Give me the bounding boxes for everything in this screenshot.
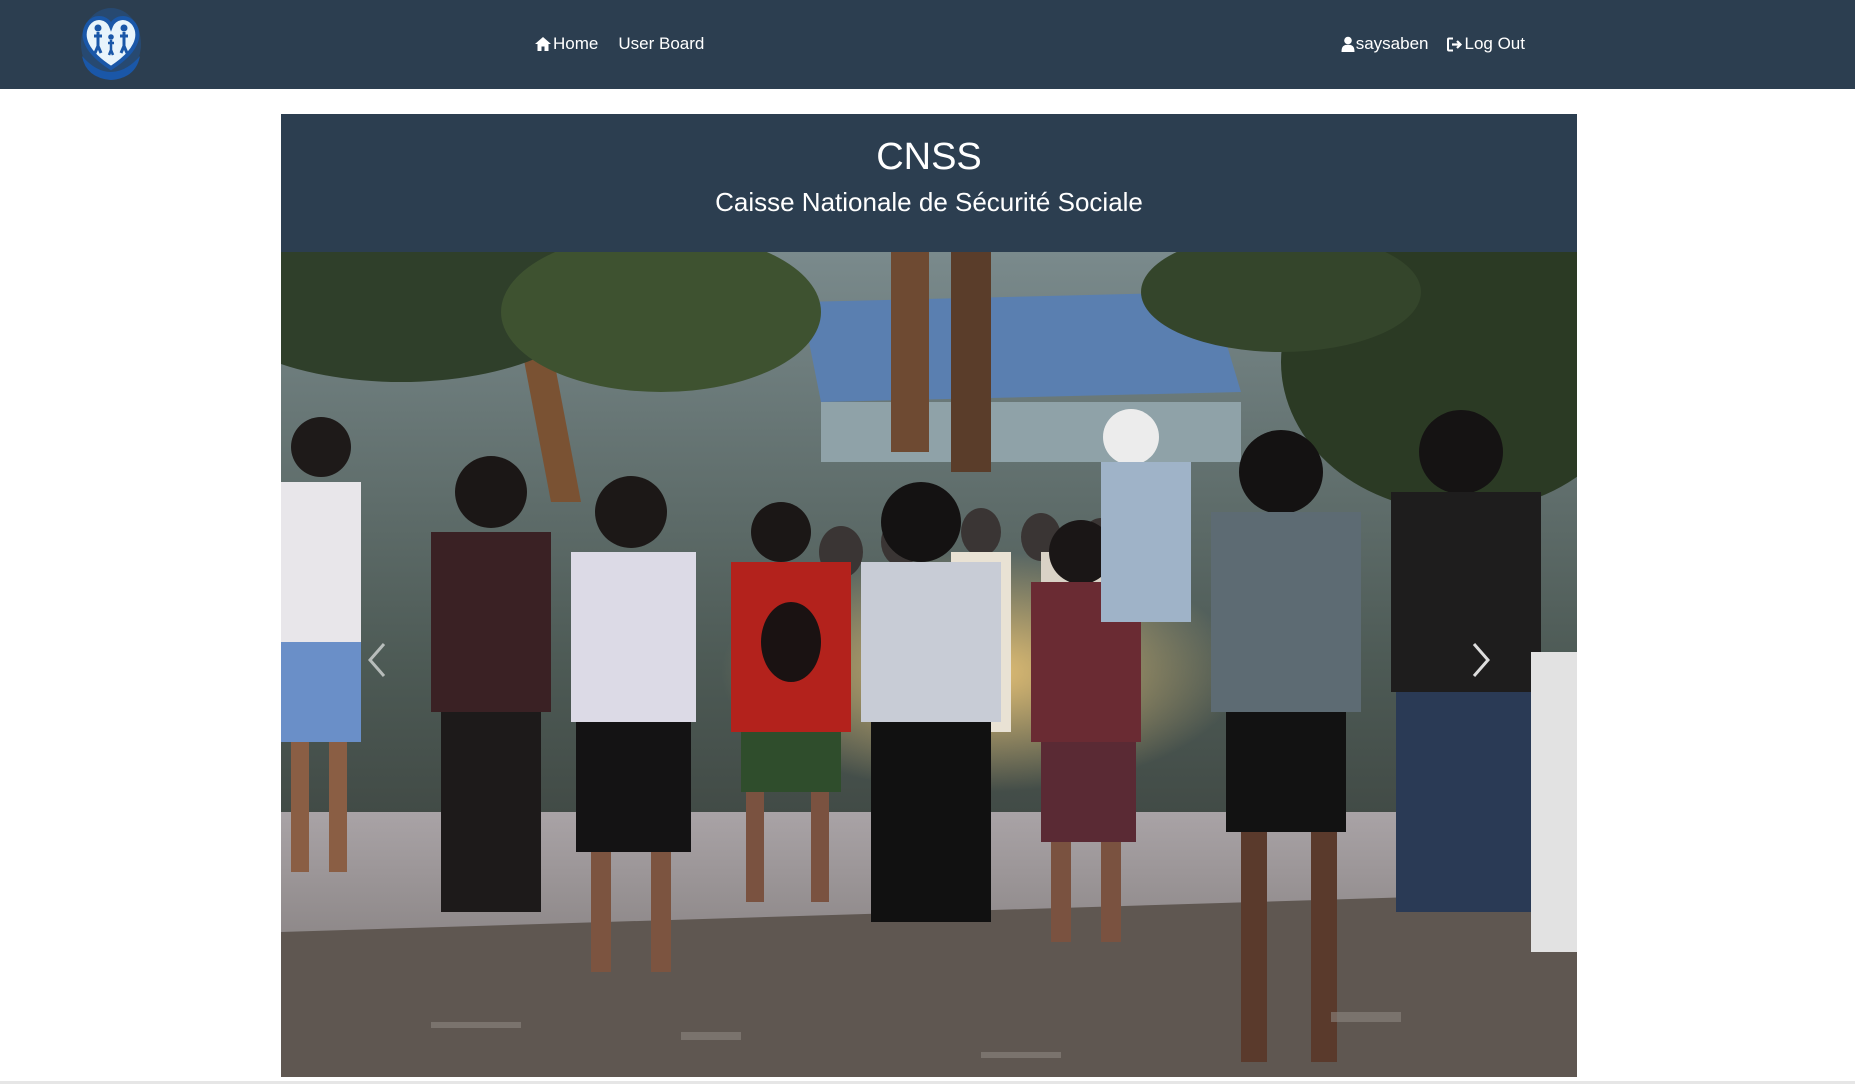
- banner-title: CNSS: [876, 136, 982, 178]
- carousel-image: [281, 252, 1577, 1077]
- carousel-prev-button[interactable]: [347, 612, 407, 712]
- banner-header: CNSS Caisse Nationale de Sécurité Social…: [281, 114, 1577, 252]
- top-navbar: Home User Board saysaben Log Out: [0, 0, 1855, 89]
- logout-icon: [1446, 37, 1465, 52]
- family-heart-logo-icon[interactable]: [76, 6, 146, 82]
- nav-user-board-link[interactable]: User Board: [618, 34, 704, 54]
- user-icon: [1341, 36, 1356, 52]
- logout-label: Log Out: [1464, 34, 1526, 53]
- carousel-next-button[interactable]: [1451, 612, 1511, 712]
- home-icon: [534, 36, 553, 52]
- banner-subtitle: Caisse Nationale de Sécurité Sociale: [715, 187, 1143, 217]
- chevron-left-icon: [367, 642, 387, 683]
- nav-home-label: Home: [553, 34, 599, 53]
- image-carousel[interactable]: [281, 252, 1577, 1077]
- nav-user-label: saysaben: [1355, 34, 1429, 53]
- logout-button[interactable]: Log Out: [1446, 34, 1526, 54]
- nav-user-link[interactable]: saysaben: [1341, 34, 1429, 54]
- nav-user-board-label: User Board: [618, 34, 705, 53]
- main-banner-panel: CNSS Caisse Nationale de Sécurité Social…: [281, 114, 1577, 1077]
- chevron-right-icon: [1471, 642, 1491, 683]
- nav-home-link[interactable]: Home: [534, 34, 598, 54]
